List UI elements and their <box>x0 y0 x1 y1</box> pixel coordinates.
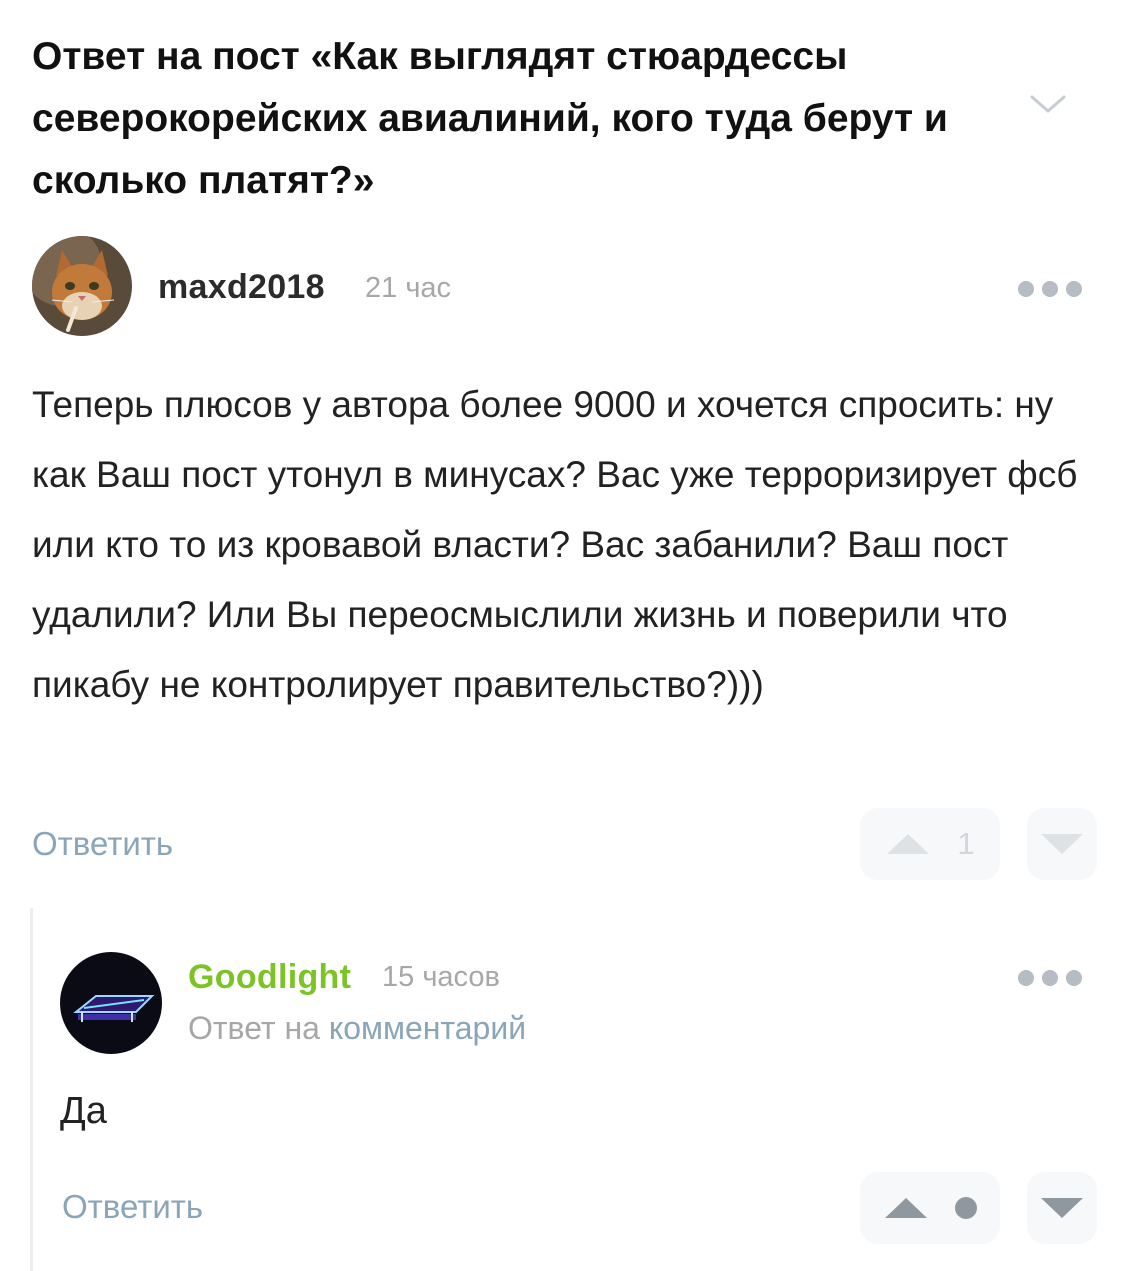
reply-context: Ответ на комментарий <box>188 1010 526 1047</box>
reply-button[interactable]: Ответить <box>62 1188 203 1226</box>
cat-avatar-icon <box>32 236 132 336</box>
arrow-up-icon <box>885 1198 927 1218</box>
reply-time: 15 часов <box>382 961 500 993</box>
reply-button[interactable]: Ответить <box>32 825 173 863</box>
more-options-icon[interactable] <box>1014 958 1086 998</box>
dot <box>1018 970 1034 986</box>
upvote-button[interactable] <box>860 1172 1000 1244</box>
reply-text: Да <box>60 1090 107 1132</box>
reply-prefix: Ответ на <box>188 1010 320 1046</box>
arrow-down-icon <box>1041 834 1083 854</box>
dot <box>1018 281 1034 297</box>
dot <box>1066 281 1082 297</box>
dot <box>1042 281 1058 297</box>
post-title[interactable]: Ответ на пост «Как выглядят стюардессы с… <box>32 26 992 212</box>
rating-hidden-dot <box>955 1197 977 1219</box>
comment-text: Теперь плюсов у автора более 9000 и хоче… <box>32 384 1078 705</box>
more-options-icon[interactable] <box>1014 269 1086 309</box>
comment-author[interactable]: maxd2018 <box>158 268 325 307</box>
upvote-button[interactable]: 1 <box>860 808 1000 880</box>
rating-count: 1 <box>957 826 975 861</box>
comment-thread-page: Ответ на пост «Как выглядят стюардессы с… <box>0 0 1125 1271</box>
dot <box>1066 970 1082 986</box>
avatar[interactable] <box>60 952 162 1054</box>
arrow-up-icon <box>887 834 930 854</box>
neon-sign-avatar-icon <box>60 952 162 1054</box>
downvote-button[interactable] <box>1027 1172 1097 1244</box>
thread-line[interactable] <box>30 908 33 1271</box>
downvote-button[interactable] <box>1027 808 1097 880</box>
dot <box>1042 970 1058 986</box>
comment-time: 21 час <box>365 272 452 304</box>
chevron-down-icon[interactable] <box>1026 82 1070 126</box>
avatar[interactable] <box>32 236 132 336</box>
reply-author[interactable]: Goodlight <box>188 958 351 997</box>
arrow-down-icon <box>1041 1198 1083 1218</box>
reply-target-link[interactable]: комментарий <box>329 1010 526 1046</box>
